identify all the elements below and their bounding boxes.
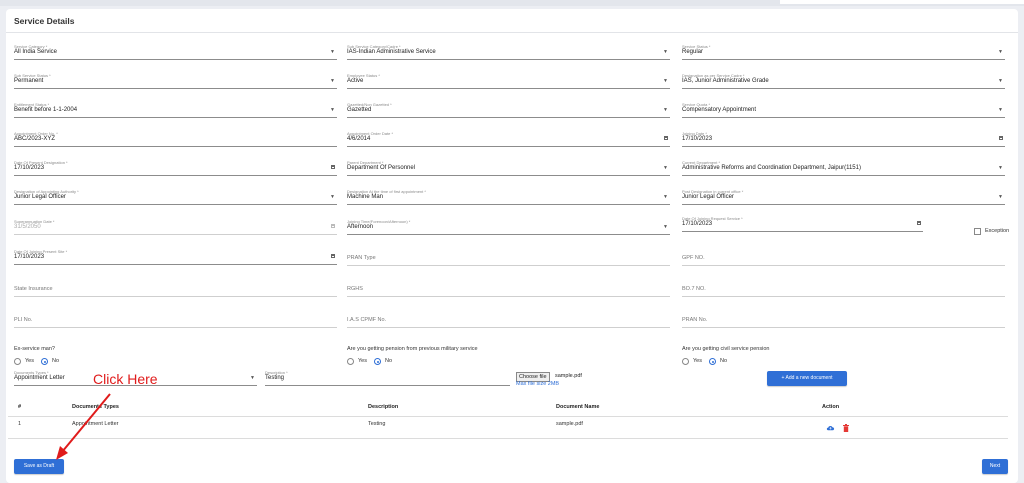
entitlement-status-value: Benefit before 1-1-2004	[14, 107, 78, 113]
table-header-description: Description	[368, 404, 399, 410]
military-pension-no-radio[interactable]	[374, 358, 381, 365]
appointment-order-date-value: 4/6/2014	[347, 136, 371, 142]
pran-type-placeholder: PRAN Type	[347, 255, 376, 261]
superannuation-date-value: 31/5/2050	[14, 224, 41, 230]
service-category-value: All India Service	[14, 49, 58, 55]
civil-pension-yes-radio[interactable]	[682, 358, 689, 365]
appointment-order-no-value: ABC/2023-XYZ	[14, 136, 56, 142]
chevron-down-icon: ▼	[998, 49, 1003, 55]
calendar-icon[interactable]	[664, 136, 668, 140]
documents-types-value: Appointment Letter	[14, 375, 65, 381]
civil-pension-no-label: No	[720, 358, 728, 364]
page-title: Service Details	[14, 16, 75, 26]
exception-label: Exception	[985, 228, 1010, 234]
row-documents-type: Appointment Letter	[72, 421, 119, 427]
row-description: Testing	[368, 421, 386, 427]
description-value: Testing	[265, 375, 285, 381]
chevron-down-icon: ▼	[663, 107, 668, 113]
designation-appointing-authority-value: Junior Legal Officer	[14, 194, 66, 200]
chevron-down-icon: ▼	[330, 107, 335, 113]
gazetted-status-value: Gazetted	[347, 107, 372, 113]
chevron-down-icon: ▼	[663, 194, 668, 200]
title-divider	[6, 32, 1018, 33]
gpf-no-placeholder: GPF NO.	[682, 255, 705, 261]
row-index: 1	[18, 421, 22, 427]
state-insurance-placeholder: State Insurance	[14, 286, 53, 292]
date-joining-request-service-value: 17/10/2023	[682, 221, 713, 227]
ias-cpmf-no-placeholder: I.A.S CPMF No.	[347, 317, 387, 323]
click-here-annotation: Click Here	[93, 371, 158, 387]
table-header-index: #	[18, 404, 22, 410]
ex-service-yes-radio[interactable]	[14, 358, 21, 365]
bo7-no-placeholder: BO.7 NO.	[682, 286, 706, 292]
chevron-down-icon: ▼	[663, 224, 668, 230]
max-file-size-hint: Max file size 2MB	[516, 381, 560, 387]
chevron-down-icon: ▼	[663, 49, 668, 55]
calendar-icon[interactable]	[331, 165, 335, 169]
cloud-upload-icon[interactable]	[826, 425, 835, 431]
calendar-icon	[331, 224, 335, 228]
trash-icon[interactable]	[843, 424, 849, 432]
civil-pension-no-radio[interactable]	[709, 358, 716, 365]
service-details-card: Service Details Service Category * All I…	[6, 9, 1018, 483]
civil-pension-question: Are you getting civil service pension	[682, 346, 770, 352]
table-header-documents-types: Documents Types	[72, 404, 119, 410]
row-document-name: sample.pdf	[556, 421, 583, 427]
save-as-draft-button[interactable]: Save as Draft	[14, 459, 64, 474]
chevron-down-icon: ▼	[250, 375, 255, 381]
joining-time-value: Afternoon	[347, 224, 374, 230]
military-pension-question: Are you getting pension from previous mi…	[347, 346, 478, 352]
ex-service-no-radio[interactable]	[41, 358, 48, 365]
calendar-icon[interactable]	[331, 254, 335, 258]
top-strip	[0, 0, 1024, 6]
chevron-down-icon: ▼	[663, 165, 668, 171]
military-pension-yes-radio[interactable]	[347, 358, 354, 365]
ex-service-question: Ex-service man?	[14, 346, 55, 352]
rghs-placeholder: RGHS	[347, 286, 363, 292]
chevron-down-icon: ▼	[998, 107, 1003, 113]
add-new-document-button[interactable]: + Add a new document	[767, 371, 847, 386]
pli-no-placeholder: PLI No.	[14, 317, 33, 323]
selected-file-name: sample.pdf	[555, 373, 582, 379]
table-header-document-name: Document Name	[556, 404, 600, 410]
military-pension-no-label: No	[385, 358, 393, 364]
ex-service-no-label: No	[52, 358, 60, 364]
chevron-down-icon: ▼	[330, 78, 335, 84]
chevron-down-icon: ▼	[663, 78, 668, 84]
pran-no-placeholder: PRAN No.	[682, 317, 708, 323]
exception-checkbox[interactable]	[974, 228, 981, 235]
chevron-down-icon: ▼	[998, 78, 1003, 84]
employee-status-value: Active	[347, 78, 364, 84]
parent-department-value: Department Of Personnel	[347, 165, 416, 171]
military-pension-yes-label: Yes	[358, 358, 367, 364]
ex-service-yes-label: Yes	[25, 358, 34, 364]
service-quota-value: Compensatory Appointment	[682, 107, 757, 113]
service-status-value: Regular	[682, 49, 704, 55]
sub-service-status-value: Permanent	[14, 78, 44, 84]
date-joining-present-site-value: 17/10/2023	[14, 254, 45, 260]
chevron-down-icon: ▼	[330, 49, 335, 55]
calendar-icon[interactable]	[999, 136, 1003, 140]
designation-service-cadre-value: IAS, Junior Administrative Grade	[682, 78, 769, 84]
joining-date-value: 17/10/2023	[682, 136, 713, 142]
civil-pension-yes-label: Yes	[693, 358, 702, 364]
table-header-action: Action	[822, 404, 840, 410]
designation-at-appointment-value: Machine Man	[347, 194, 384, 200]
chevron-down-icon: ▼	[998, 165, 1003, 171]
next-button[interactable]: Next	[982, 459, 1008, 474]
current-department-value: Administrative Reforms and Coordination …	[682, 165, 861, 171]
sub-service-category-value: IAS-Indian Administrative Service	[347, 49, 436, 55]
chevron-down-icon: ▼	[998, 194, 1003, 200]
calendar-icon[interactable]	[917, 221, 921, 225]
chevron-down-icon: ▼	[330, 194, 335, 200]
date-present-designation-value: 17/10/2023	[14, 165, 45, 171]
post-designation-current-office-value: Junior Legal Officer	[682, 194, 734, 200]
